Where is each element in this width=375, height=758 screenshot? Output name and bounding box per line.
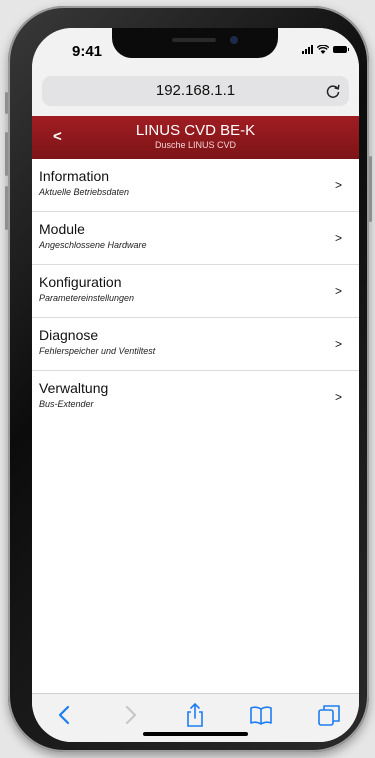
menu-item-module[interactable]: Module Angeschlossene Hardware > <box>32 212 359 265</box>
page-title: LINUS CVD BE-K <box>135 122 256 139</box>
url-text: 192.168.1.1 <box>155 82 236 99</box>
front-camera <box>230 36 238 44</box>
back-icon[interactable] <box>52 702 78 728</box>
menu-item-description: Bus-Extender <box>39 399 94 409</box>
bookmarks-icon[interactable] <box>248 702 274 728</box>
volume-down-button <box>5 186 8 230</box>
status-time: 9:41 <box>72 43 103 60</box>
home-indicator <box>143 732 248 736</box>
menu-item-label: Information <box>39 168 110 184</box>
screen: 9:41 192.168.1.1 < LINUS CVD BE-K Dusche… <box>32 28 359 742</box>
chevron-right-icon: > <box>334 231 342 245</box>
tabs-icon[interactable] <box>316 702 342 728</box>
status-icons <box>302 45 349 54</box>
menu-item-label: Module <box>39 221 85 237</box>
menu-list: Information Aktuelle Betriebsdaten > Mod… <box>32 159 359 423</box>
menu-item-label: Konfiguration <box>39 274 122 290</box>
notch <box>112 28 278 58</box>
address-bar: 192.168.1.1 <box>32 68 359 116</box>
page-subtitle: Dusche LINUS CVD <box>154 140 237 150</box>
chevron-right-icon: > <box>334 390 342 404</box>
menu-item-description: Parametereinstellungen <box>39 293 135 303</box>
chevron-right-icon: > <box>334 178 342 192</box>
battery-icon <box>333 46 349 53</box>
mute-switch <box>5 92 8 114</box>
reload-icon[interactable] <box>325 83 341 99</box>
speaker <box>172 38 216 42</box>
menu-item-information[interactable]: Information Aktuelle Betriebsdaten > <box>32 159 359 212</box>
menu-item-verwaltung[interactable]: Verwaltung Bus-Extender > <box>32 371 359 423</box>
page-header: < LINUS CVD BE-K Dusche LINUS CVD <box>32 116 359 159</box>
signal-icon <box>302 45 313 54</box>
menu-item-diagnose[interactable]: Diagnose Fehlerspeicher und Ventiltest > <box>32 318 359 371</box>
power-button <box>369 156 372 222</box>
wifi-icon <box>317 45 329 54</box>
menu-item-konfiguration[interactable]: Konfiguration Parametereinstellungen > <box>32 265 359 318</box>
menu-item-description: Angeschlossene Hardware <box>39 240 147 250</box>
chevron-right-icon: > <box>334 337 342 351</box>
chevron-right-icon: > <box>334 284 342 298</box>
menu-item-label: Diagnose <box>39 327 99 343</box>
status-bar: 9:41 <box>32 28 359 68</box>
url-field[interactable]: 192.168.1.1 <box>42 76 349 106</box>
menu-item-label: Verwaltung <box>39 380 109 396</box>
volume-up-button <box>5 132 8 176</box>
menu-item-description: Aktuelle Betriebsdaten <box>39 187 130 197</box>
browser-toolbar <box>32 693 359 742</box>
menu-item-description: Fehlerspeicher und Ventiltest <box>39 346 156 356</box>
share-icon[interactable] <box>182 702 208 728</box>
forward-icon[interactable] <box>117 702 143 728</box>
phone-frame: 9:41 192.168.1.1 < LINUS CVD BE-K Dusche… <box>5 6 372 752</box>
